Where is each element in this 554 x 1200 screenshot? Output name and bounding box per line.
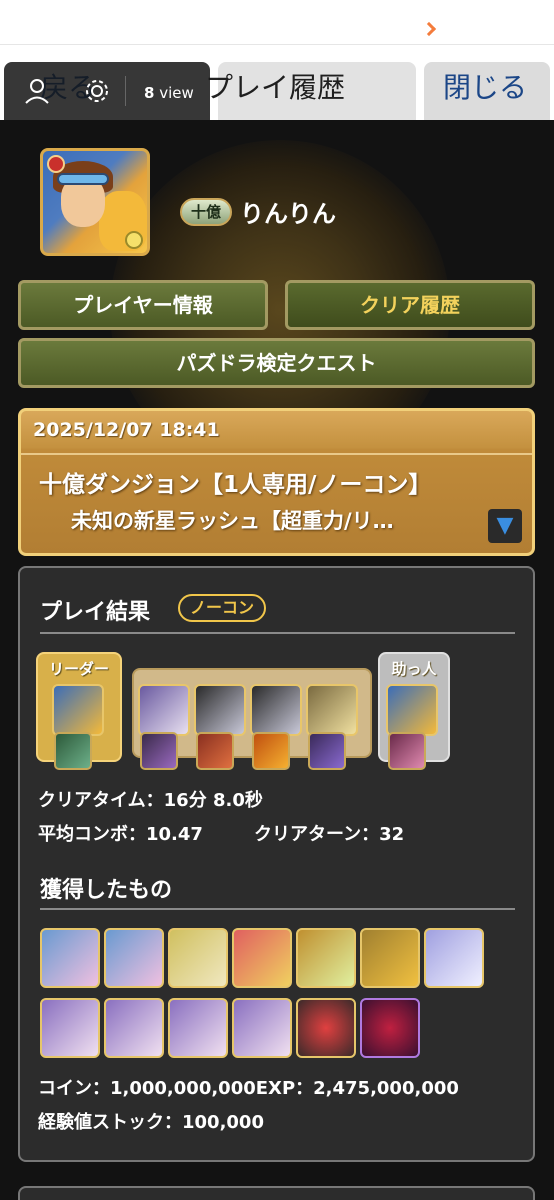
player-name: りんりん — [240, 200, 336, 228]
rank-badge: 十億 — [180, 198, 232, 226]
average-combo: 平均コンボ：10.47 — [38, 824, 203, 845]
exp-stock: 経験値ストック：100,000 — [38, 1112, 264, 1133]
avatar-goggles — [57, 173, 109, 185]
sub3-assist-icon[interactable] — [252, 732, 290, 770]
history-datetime: 2025/12/07 18:41 — [33, 419, 220, 441]
drop-item-icon[interactable] — [168, 928, 228, 988]
helper-assist-icon[interactable] — [388, 732, 426, 770]
brand-mark-icon — [421, 21, 437, 37]
header-divider — [0, 44, 554, 45]
settings-gear-icon[interactable] — [82, 76, 112, 106]
clear-turn: クリアターン：32 — [254, 824, 405, 845]
dungeon-name: 十億ダンジョン【1人専用/ノーコン】 — [39, 472, 432, 498]
floor-name: 未知の新星ラッシュ【超重力/リ… — [71, 509, 394, 533]
sub2-assist-icon[interactable] — [196, 732, 234, 770]
coin-text: コイン：1,000,000,000 — [38, 1078, 256, 1099]
drop-item-icon[interactable] — [104, 928, 164, 988]
drop-item-icon[interactable] — [360, 998, 420, 1058]
leader-assist-icon[interactable] — [54, 732, 92, 770]
no-continue-badge: ノーコン — [178, 594, 267, 622]
obtained-divider — [40, 908, 515, 910]
title-overlay — [218, 62, 416, 120]
light-attribute-icon — [125, 231, 143, 249]
drop-item-icon[interactable] — [232, 928, 292, 988]
helper-label: 助っ人 — [391, 660, 437, 678]
play-result-title: プレイ結果 — [40, 600, 151, 625]
leader-label: リーダー — [48, 660, 109, 678]
drop-item-icon[interactable] — [40, 998, 100, 1058]
sub1-monster-icon[interactable] — [138, 684, 190, 736]
helper-monster-icon[interactable] — [386, 684, 438, 736]
user-icon[interactable] — [22, 76, 52, 106]
view-counter: 8 view — [144, 84, 194, 102]
obtained-title: 獲得したもの — [40, 878, 173, 903]
certification-quest-button[interactable]: パズドラ検定クエスト — [18, 338, 535, 388]
sub1-assist-icon[interactable] — [140, 732, 178, 770]
sub2-monster-icon[interactable] — [194, 684, 246, 736]
clear-history-button[interactable]: クリア履歴 — [285, 280, 535, 330]
section-divider — [40, 632, 515, 634]
history-entry-card[interactable]: 2025/12/07 18:41 十億ダンジョン【1人専用/ノーコン】 未知の新… — [18, 408, 535, 556]
view-count-number: 8 — [144, 84, 155, 102]
player-info-button[interactable]: プレイヤー情報 — [18, 280, 268, 330]
next-section-card — [18, 1186, 535, 1200]
view-count-unit: view — [159, 84, 194, 102]
clear-time: クリアタイム：16分 8.0秒 — [38, 790, 263, 811]
browser-page-header: 戻る プレイ履歴 閉じる 8 view — [0, 0, 554, 120]
drop-item-icon[interactable] — [296, 928, 356, 988]
expand-chevron-icon[interactable]: ▼ — [488, 509, 522, 543]
coin-amount: コイン：1,000,000,000EXP：2,475,000,000 — [38, 1074, 459, 1100]
player-avatar — [40, 148, 150, 256]
close-overlay — [424, 62, 550, 120]
toolbar-divider — [125, 76, 126, 106]
history-divider — [21, 453, 532, 455]
drop-item-icon[interactable] — [232, 998, 292, 1058]
game-panel: 十億 りんりん プレイヤー情報 クリア履歴 パズドラ検定クエスト 2025/12… — [0, 120, 554, 1200]
sub4-assist-icon[interactable] — [308, 732, 346, 770]
drop-item-icon[interactable] — [424, 928, 484, 988]
sub3-monster-icon[interactable] — [250, 684, 302, 736]
exp-text: EXP：2,475,000,000 — [255, 1078, 459, 1099]
sub4-monster-icon[interactable] — [306, 684, 358, 736]
drop-item-icon[interactable] — [360, 928, 420, 988]
play-result-card: プレイ結果 ノーコン リーダー 助っ人 クリアタイム：16分 8.0秒 平均コン… — [18, 566, 535, 1162]
drop-item-icon[interactable] — [168, 998, 228, 1058]
drop-item-icon[interactable] — [296, 998, 356, 1058]
fire-attribute-icon — [47, 155, 65, 173]
leader-monster-icon[interactable] — [52, 684, 104, 736]
floating-toolbar: 8 view — [4, 62, 210, 120]
drop-item-icon[interactable] — [40, 928, 100, 988]
drop-item-icon[interactable] — [104, 998, 164, 1058]
